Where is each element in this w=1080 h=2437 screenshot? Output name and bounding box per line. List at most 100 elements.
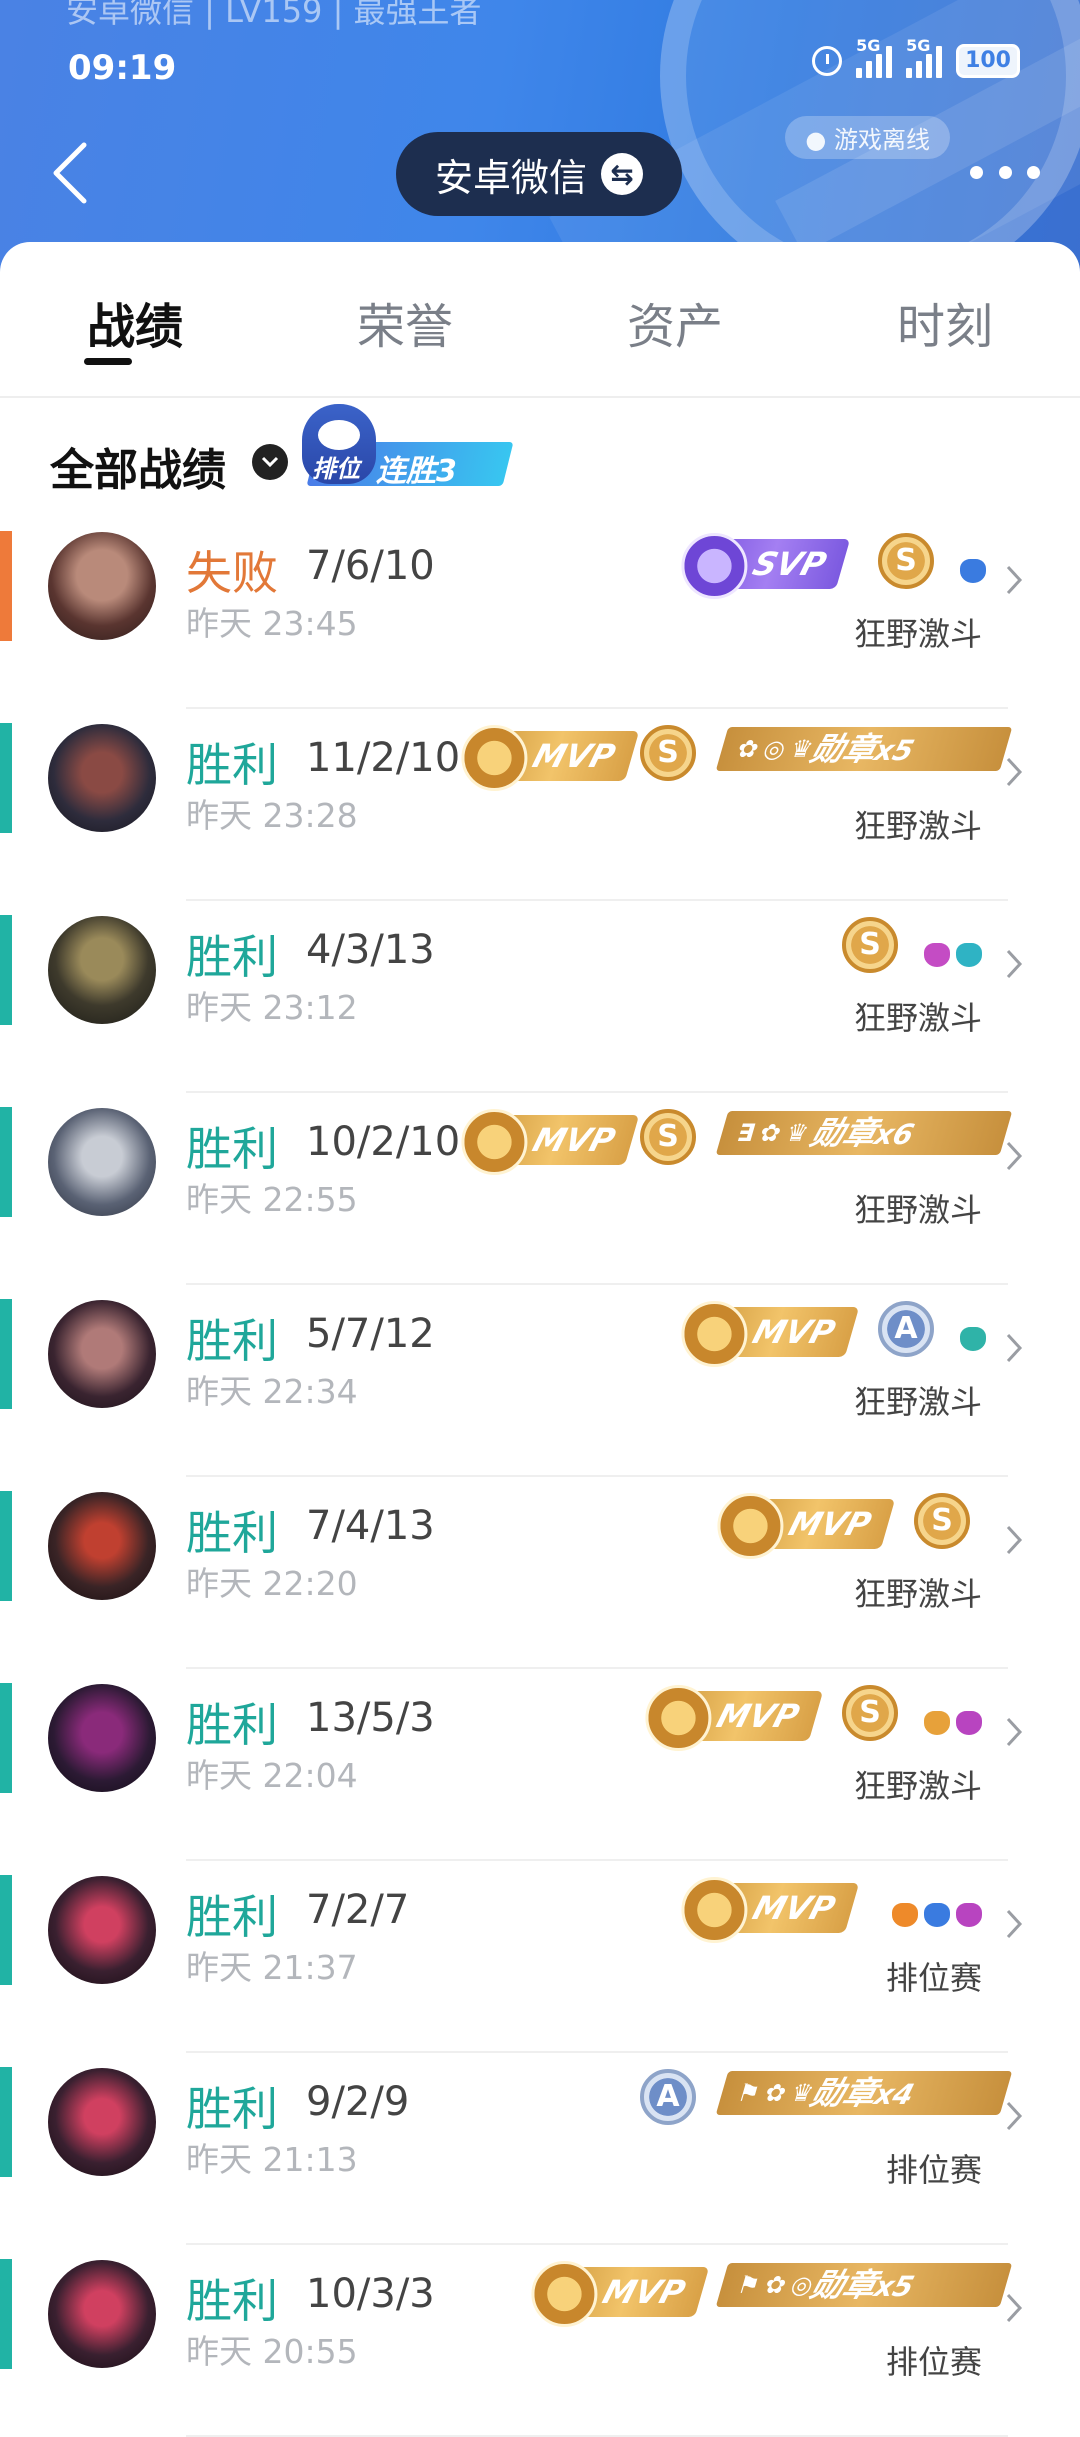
match-kda: 13/5/3 [306,1695,435,1741]
mvp-coin-icon [681,1877,748,1943]
achievement-icons [892,1903,982,1927]
match-result: 胜利 [186,1698,278,1752]
match-result: 胜利 [186,1122,278,1176]
chevron-right-icon [1006,565,1023,595]
match-mode: 排位赛 [885,1959,982,1997]
hero-avatar [48,1492,156,1600]
mvp-coin-icon [461,725,528,791]
s-rating-badge: S [878,533,934,589]
match-mode: 狂野激斗 [853,999,982,1037]
chevron-right-icon [1006,1909,1023,1939]
achievement-icons [960,559,986,583]
match-mode: 排位赛 [885,2151,982,2189]
match-row[interactable]: 胜利 13/5/3 昨天 22:04 MVP S 狂野激斗 [0,1669,1080,1861]
medal-badge: ⚑✿♛ 勋章x4 [715,2071,1013,2115]
result-bar [0,2067,12,2177]
s-rating-badge: S [842,1685,898,1741]
result-bar [0,1875,12,1985]
match-kda: 9/2/9 [306,2079,410,2125]
hero-avatar [48,532,156,640]
match-list: 失败 7/6/10 昨天 23:45 SVP S 狂野激斗 胜利 11/2/10… [0,517,1080,2437]
alarm-icon [812,46,843,76]
match-kda: 5/7/12 [306,1311,435,1357]
match-result: 胜利 [186,1314,278,1368]
tab-moments[interactable]: 时刻 [845,287,1045,357]
hero-avatar [48,916,156,1024]
match-row[interactable]: 胜利 7/4/13 昨天 22:20 MVP S 狂野激斗 [0,1477,1080,1669]
tab-assets[interactable]: 资产 [575,287,775,357]
match-mode: 狂野激斗 [853,807,982,845]
more-dot-icon [1027,165,1040,179]
match-result: 胜利 [186,930,278,984]
status-icons: 5G 5G 100 [812,36,1020,78]
chevron-right-icon [1006,757,1023,787]
mvp-coin-icon [531,2261,598,2327]
result-bar [0,1683,12,1793]
match-row[interactable]: 胜利 10/3/3 昨天 20:55 MVP ⚑✿◎ 勋章x5 排位赛 [0,2245,1080,2437]
records-filter-label[interactable]: 全部战绩 [50,434,226,498]
match-time: 昨天 23:45 [186,604,358,643]
s-rating-badge: S [640,725,696,781]
mvp-badge: MVP [681,1877,860,1943]
account-name: 安卓微信 [434,155,587,200]
s-rating-badge: S [914,1493,970,1549]
match-result: 胜利 [186,738,278,792]
network-type-label-2: 5G [906,36,931,55]
result-bar [0,2259,12,2369]
mvp-badge: MVP [531,2261,710,2327]
s-rating-badge: S [640,1109,696,1165]
mvp-badge: MVP [717,1493,896,1559]
medal-badge: ⚑✿◎ 勋章x5 [715,2263,1013,2307]
match-result: 失败 [186,546,278,600]
hero-avatar [48,2260,156,2368]
match-row[interactable]: 胜利 7/2/7 昨天 21:37 MVP 排位赛 [0,1861,1080,2053]
match-row[interactable]: 失败 7/6/10 昨天 23:45 SVP S 狂野激斗 [0,517,1080,709]
match-mode: 狂野激斗 [853,615,982,653]
achievement-icon [960,1327,986,1351]
achievement-icon [892,1903,918,1927]
chevron-right-icon [1006,1333,1023,1363]
match-row[interactable]: 胜利 10/2/10 昨天 22:55 MVP S ∃✿♛ 勋章x6 狂野激斗 [0,1093,1080,1285]
tab-records[interactable]: 战绩 [35,287,235,357]
medal-icons: ∃✿♛ [733,1119,819,1147]
match-result: 胜利 [186,2082,278,2136]
hero-avatar [48,1876,156,1984]
match-result: 胜利 [186,2274,278,2328]
achievement-icons [960,1327,986,1351]
win-streak-badge: 排位 连胜3 [302,404,514,490]
achievement-icon [924,1711,950,1735]
result-bar [0,1491,12,1601]
chevron-right-icon [1006,1717,1023,1747]
match-time: 昨天 22:04 [186,1756,358,1795]
match-time: 昨天 21:13 [186,2140,358,2179]
mvp-badge: MVP [461,725,640,791]
match-kda: 10/3/3 [306,2271,435,2317]
filter-dropdown-icon[interactable] [252,444,288,480]
match-kda: 7/2/7 [306,1887,410,1933]
battery-indicator: 100 [956,44,1020,78]
match-mode: 排位赛 [885,2343,982,2381]
a-rating-badge: A [640,2069,696,2125]
match-time: 昨天 22:34 [186,1372,358,1411]
match-time: 昨天 23:28 [186,796,358,835]
mvp-badge: MVP [681,1301,860,1367]
tab-honors[interactable]: 荣誉 [305,287,505,357]
more-button[interactable] [970,150,1040,194]
match-row[interactable]: 胜利 4/3/13 昨天 23:12 S 狂野激斗 [0,901,1080,1093]
match-row[interactable]: 胜利 5/7/12 昨天 22:34 MVP A 狂野激斗 [0,1285,1080,1477]
mvp-coin-icon [717,1493,784,1559]
offline-status: ● 游戏离线 [785,116,950,159]
account-switch-chip[interactable]: 安卓微信 ⇆ [396,132,682,216]
medal-icons: ✿◎♛ [733,735,823,763]
back-button[interactable] [44,138,96,208]
achievement-icons [924,1711,982,1735]
s-rating-badge: S [842,917,898,973]
match-kda: 7/6/10 [306,543,435,589]
status-time: 09:19 [68,48,177,88]
hero-avatar [48,2068,156,2176]
match-row[interactable]: 胜利 9/2/9 昨天 21:13 A ⚑✿♛ 勋章x4 排位赛 [0,2053,1080,2245]
match-result: 胜利 [186,1506,278,1560]
achievement-icon [956,1711,982,1735]
match-row[interactable]: 胜利 11/2/10 昨天 23:28 MVP S ✿◎♛ 勋章x5 狂野激斗 [0,709,1080,901]
more-dot-icon [970,165,983,179]
